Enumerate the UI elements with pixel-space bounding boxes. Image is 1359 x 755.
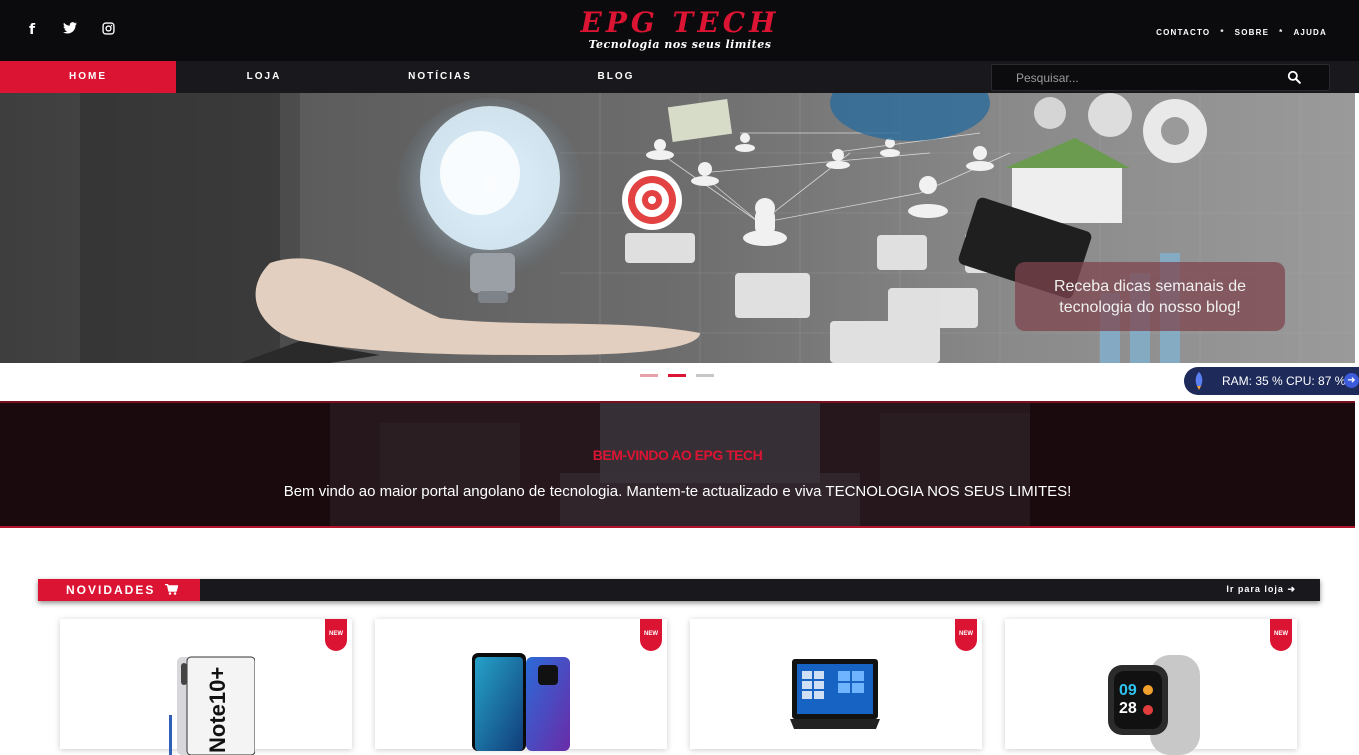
- twitter-icon[interactable]: [62, 22, 78, 39]
- product-card[interactable]: NEW 09 28: [1005, 619, 1297, 755]
- social-links: f: [24, 22, 116, 39]
- nav-item-noticias[interactable]: NOTÍCIAS: [352, 61, 528, 93]
- performance-text: RAM: 35 % CPU: 87 %: [1222, 374, 1346, 388]
- welcome-title: BEM-VINDO AO EPG TECH: [592, 447, 763, 463]
- hero-caption: Receba dicas semanais de tecnologia do n…: [1015, 262, 1285, 331]
- top-bar: f EPG TECH Tecnologia nos seus limites C…: [0, 0, 1359, 61]
- hero-caption-line: tecnologia do nosso blog!: [1059, 299, 1241, 316]
- separator: *: [1220, 28, 1225, 37]
- cart-icon: [164, 583, 179, 595]
- smartphone-note10-image: Note10+: [169, 656, 255, 755]
- site-logo[interactable]: EPG TECH Tecnologia nos seus limites: [560, 6, 800, 51]
- nav-item-loja[interactable]: LOJA: [176, 61, 352, 93]
- rocket-icon: [1193, 367, 1205, 399]
- welcome-banner: BEM-VINDO AO EPG TECH Bem vindo ao maior…: [0, 401, 1355, 528]
- main-nav: HOME LOJA NOTÍCIAS BLOG: [0, 61, 1359, 93]
- contacto-link[interactable]: CONTACTO: [1156, 28, 1210, 37]
- search-input[interactable]: [992, 65, 1282, 90]
- brand-subtitle: Tecnologia nos seus limites: [588, 38, 772, 51]
- section-title: NOVIDADES: [38, 579, 200, 601]
- instagram-icon[interactable]: [100, 22, 116, 39]
- svg-text:09: 09: [1119, 682, 1137, 699]
- facebook-icon[interactable]: f: [24, 22, 40, 39]
- top-links: CONTACTO * SOBRE * AJUDA: [1156, 28, 1327, 37]
- novidades-section-header: NOVIDADES Ir para loja ➜: [38, 579, 1320, 601]
- separator: *: [1279, 28, 1284, 37]
- welcome-text: Bem vindo ao maior portal angolano de te…: [283, 483, 1072, 500]
- smartphone-mate20-image: [472, 653, 570, 751]
- slider-dot-2[interactable]: [668, 374, 686, 377]
- section-title-text: NOVIDADES: [66, 583, 156, 597]
- hero-slider[interactable]: Receba dicas semanais de tecnologia do n…: [0, 93, 1355, 363]
- product-card[interactable]: NEW Note10+: [60, 619, 352, 755]
- product-card[interactable]: NEW: [375, 619, 667, 751]
- new-badge: NEW: [955, 619, 977, 651]
- arrow-right-icon[interactable]: ➜: [1344, 373, 1359, 388]
- slider-dots: [640, 374, 714, 377]
- svg-text:Note10+: Note10+: [205, 667, 230, 753]
- smartwatch-image: 09 28: [1108, 655, 1200, 755]
- ajuda-link[interactable]: AJUDA: [1293, 28, 1327, 37]
- product-card[interactable]: NEW: [690, 619, 982, 749]
- laptop-image: [790, 659, 880, 729]
- new-badge: NEW: [325, 619, 347, 651]
- sobre-link[interactable]: SOBRE: [1235, 28, 1269, 37]
- search-icon[interactable]: [1287, 70, 1301, 84]
- welcome-background-image: [0, 403, 1355, 526]
- slider-dot-3[interactable]: [696, 374, 714, 377]
- svg-text:28: 28: [1119, 700, 1137, 717]
- nav-item-blog[interactable]: BLOG: [528, 61, 704, 93]
- go-to-shop-text: Ir para loja: [1226, 584, 1284, 594]
- slider-dot-1[interactable]: [640, 374, 658, 377]
- brand-title: EPG TECH: [580, 6, 780, 39]
- new-badge: NEW: [640, 619, 662, 651]
- new-badge: NEW: [1270, 619, 1292, 651]
- arrow-right-icon: ➜: [1287, 584, 1296, 594]
- hero-caption-line: Receba dicas semanais de: [1053, 278, 1247, 295]
- nav-item-home[interactable]: HOME: [0, 61, 176, 93]
- search-box: [991, 64, 1330, 91]
- performance-widget[interactable]: RAM: 35 % CPU: 87 % ➜: [1184, 367, 1359, 395]
- go-to-shop-link[interactable]: Ir para loja ➜: [1226, 579, 1296, 599]
